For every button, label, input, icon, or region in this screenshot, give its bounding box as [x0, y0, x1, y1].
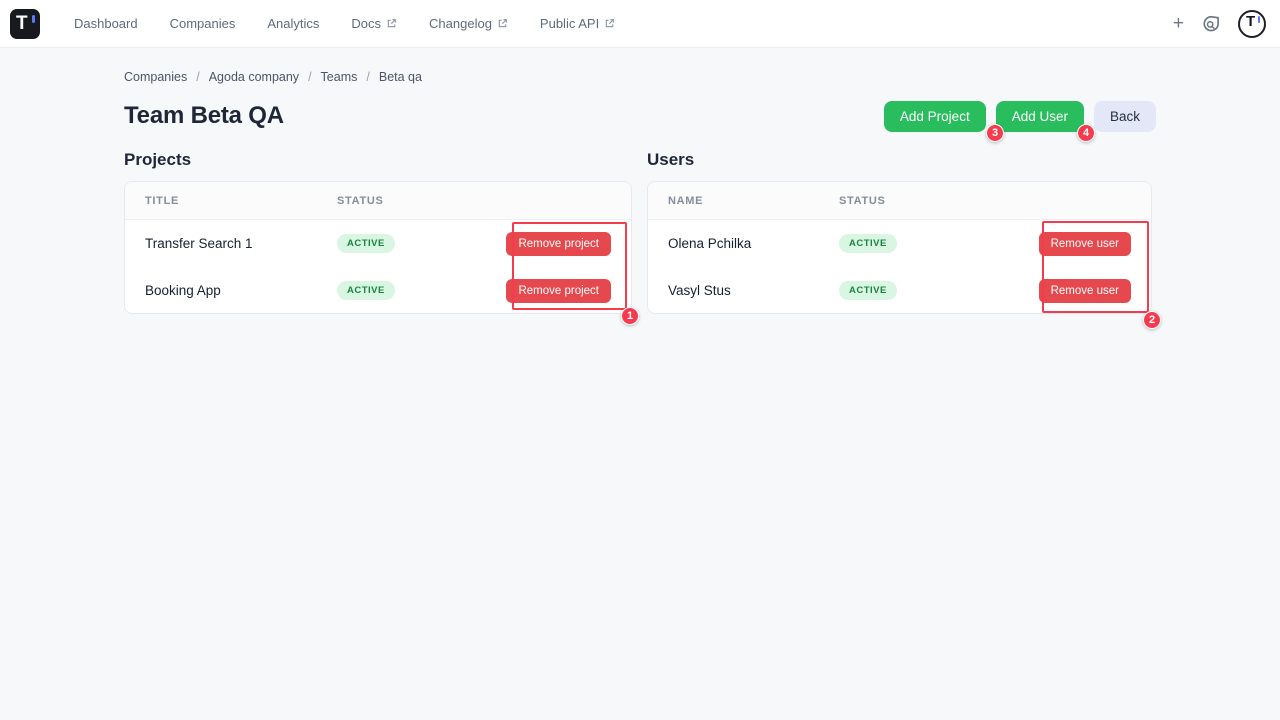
- avatar-accent-mark: [1258, 16, 1261, 23]
- column-header-title: TITLE: [145, 195, 337, 207]
- nav-label: Analytics: [267, 16, 319, 31]
- users-table: NAME STATUS Olena Pchilka ACTIVE Remove …: [647, 181, 1152, 314]
- external-link-icon: [386, 18, 397, 29]
- status-badge: ACTIVE: [337, 281, 395, 300]
- table-row: Transfer Search 1 ACTIVE Remove project: [125, 220, 631, 267]
- status-badge: ACTIVE: [337, 234, 395, 253]
- breadcrumb-beta-qa[interactable]: Beta qa: [379, 70, 422, 84]
- breadcrumb-separator: /: [366, 70, 369, 84]
- nav-item-changelog[interactable]: Changelog: [413, 0, 524, 48]
- app-logo[interactable]: T: [10, 9, 40, 39]
- column-header-name: NAME: [668, 195, 839, 207]
- external-link-icon: [604, 18, 615, 29]
- table-row: Booking App ACTIVE Remove project: [125, 267, 631, 314]
- top-navigation-bar: T Dashboard Companies Analytics Docs Cha…: [0, 0, 1280, 48]
- avatar-letter: T: [1246, 13, 1255, 30]
- remove-user-button[interactable]: Remove user: [1039, 279, 1131, 303]
- plus-icon[interactable]: +: [1173, 14, 1184, 33]
- nav-item-analytics[interactable]: Analytics: [251, 0, 335, 48]
- logo-accent-mark: [32, 15, 35, 23]
- main-nav: Dashboard Companies Analytics Docs Chang…: [58, 0, 631, 48]
- logo-letter: T: [16, 12, 28, 36]
- table-row: Olena Pchilka ACTIVE Remove user: [648, 220, 1151, 267]
- breadcrumb-companies[interactable]: Companies: [124, 70, 187, 84]
- remove-project-button[interactable]: Remove project: [506, 232, 611, 256]
- project-title: Transfer Search 1: [145, 236, 337, 251]
- user-name: Olena Pchilka: [668, 236, 839, 251]
- nav-label: Changelog: [429, 16, 492, 31]
- breadcrumb: Companies / Agoda company / Teams / Beta…: [124, 70, 1156, 84]
- external-link-icon: [497, 18, 508, 29]
- breadcrumb-separator: /: [308, 70, 311, 84]
- table-row: Vasyl Stus ACTIVE Remove user: [648, 267, 1151, 314]
- users-section-title: Users: [647, 150, 1152, 170]
- users-table-header: NAME STATUS: [648, 182, 1151, 220]
- nav-item-companies[interactable]: Companies: [154, 0, 252, 48]
- project-title: Booking App: [145, 283, 337, 298]
- projects-section-title: Projects: [124, 150, 632, 170]
- add-user-button[interactable]: Add User: [996, 101, 1084, 132]
- nav-label: Companies: [170, 16, 236, 31]
- page-header: Team Beta QA Add Project Add User Back: [124, 99, 1156, 133]
- projects-table-header: TITLE STATUS: [125, 182, 631, 220]
- status-badge: ACTIVE: [839, 234, 897, 253]
- column-header-status: STATUS: [839, 195, 886, 207]
- breadcrumb-teams[interactable]: Teams: [321, 70, 358, 84]
- breadcrumb-agoda-company[interactable]: Agoda company: [209, 70, 299, 84]
- status-badge: ACTIVE: [839, 281, 897, 300]
- remove-user-button[interactable]: Remove user: [1039, 232, 1131, 256]
- header-actions: Add Project Add User Back: [884, 101, 1156, 132]
- projects-section: Projects TITLE STATUS Transfer Search 1 …: [124, 150, 632, 314]
- remove-project-button[interactable]: Remove project: [506, 279, 611, 303]
- user-name: Vasyl Stus: [668, 283, 839, 298]
- nav-item-dashboard[interactable]: Dashboard: [58, 0, 154, 48]
- back-button[interactable]: Back: [1094, 101, 1156, 132]
- page-title: Team Beta QA: [124, 102, 284, 130]
- search-bubble-icon[interactable]: [1201, 14, 1221, 34]
- nav-label: Dashboard: [74, 16, 138, 31]
- page-content: Companies / Agoda company / Teams / Beta…: [0, 48, 1280, 314]
- nav-item-public-api[interactable]: Public API: [524, 0, 631, 48]
- nav-label: Docs: [351, 16, 381, 31]
- user-avatar[interactable]: T: [1238, 10, 1266, 38]
- nav-item-docs[interactable]: Docs: [335, 0, 413, 48]
- add-project-button[interactable]: Add Project: [884, 101, 986, 132]
- nav-label: Public API: [540, 16, 599, 31]
- two-column-layout: Projects TITLE STATUS Transfer Search 1 …: [124, 150, 1156, 314]
- topbar-actions: + T: [1173, 10, 1266, 38]
- column-header-status: STATUS: [337, 195, 384, 207]
- users-section: Users NAME STATUS Olena Pchilka ACTIVE R…: [647, 150, 1152, 314]
- projects-table: TITLE STATUS Transfer Search 1 ACTIVE Re…: [124, 181, 632, 314]
- breadcrumb-separator: /: [196, 70, 199, 84]
